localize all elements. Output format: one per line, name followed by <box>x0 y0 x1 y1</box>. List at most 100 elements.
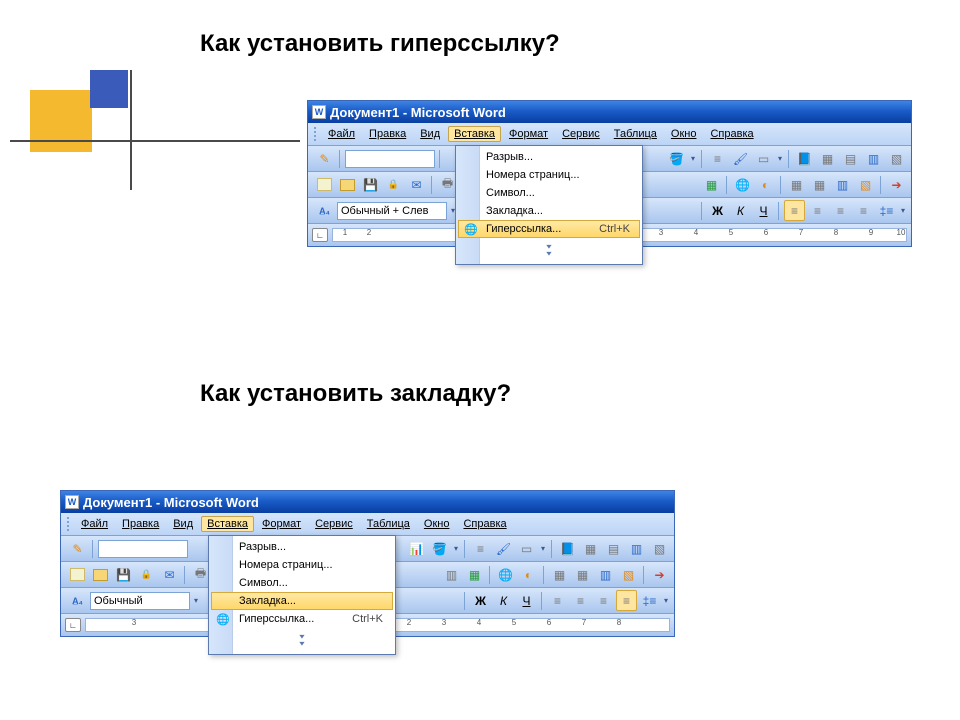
menu-help[interactable]: Справка <box>704 126 759 142</box>
columns-icon[interactable]: ▥ <box>441 564 462 585</box>
form-icon[interactable]: ▧ <box>649 538 670 559</box>
chart-icon[interactable]: 📊 <box>406 538 427 559</box>
align-left-button[interactable]: ≡ <box>547 590 568 611</box>
underline-button[interactable]: Ч <box>753 200 774 221</box>
save-icon[interactable]: 💾 <box>113 564 134 585</box>
font-family-field[interactable] <box>345 150 435 168</box>
styles-pane-icon[interactable]: A̲₄ <box>67 590 88 611</box>
menu-insert[interactable]: Вставка <box>448 126 501 142</box>
paintbrush-icon[interactable]: 🖌 <box>730 148 751 169</box>
menu-expand-chevron[interactable]: ▼▼ <box>211 628 393 652</box>
highlight-box-icon[interactable]: ▧ <box>618 564 639 585</box>
menu-insert[interactable]: Вставка <box>201 516 254 532</box>
style-name-field[interactable] <box>337 202 447 220</box>
dropdown-icon[interactable]: ▾ <box>662 590 670 611</box>
menu-item-break[interactable]: Разрыв... <box>211 538 393 556</box>
sheet-icon[interactable]: ▥ <box>626 538 647 559</box>
grid-icon[interactable]: ▦ <box>572 564 593 585</box>
align-justify-button[interactable]: ≡ <box>853 200 874 221</box>
hyperlink-icon[interactable]: 🌐 <box>495 564 516 585</box>
line-style-icon[interactable]: ≡ <box>470 538 491 559</box>
sheet-icon[interactable]: ▥ <box>863 148 884 169</box>
menu-table[interactable]: Таблица <box>608 126 663 142</box>
align-center-button[interactable]: ≡ <box>570 590 591 611</box>
menu-view[interactable]: Вид <box>414 126 446 142</box>
shapes-icon[interactable]: ◐ <box>755 174 776 195</box>
styles-pane-icon[interactable]: A̲₄ <box>314 200 335 221</box>
new-document-icon[interactable] <box>314 174 335 195</box>
menu-item-bookmark[interactable]: Закладка... <box>458 202 640 220</box>
menu-table[interactable]: Таблица <box>361 516 416 532</box>
menu-window[interactable]: Окно <box>418 516 456 532</box>
excel-table-icon[interactable]: ▦ <box>464 564 485 585</box>
align-center-button[interactable]: ≡ <box>807 200 828 221</box>
pencil-icon[interactable]: ✎ <box>67 538 88 559</box>
permission-icon[interactable]: 🔒 <box>383 174 404 195</box>
menu-file[interactable]: Файл <box>322 126 361 142</box>
menu-window[interactable]: Окно <box>665 126 703 142</box>
shapes-icon[interactable]: ◐ <box>518 564 539 585</box>
bold-button[interactable]: Ж <box>470 590 491 611</box>
table-icon[interactable]: ▦ <box>817 148 838 169</box>
menu-item-hyperlink[interactable]: 🌐 Гиперссылка... Ctrl+K <box>458 220 640 238</box>
book-icon[interactable]: 📘 <box>557 538 578 559</box>
align-justify-button[interactable]: ≡ <box>616 590 637 611</box>
align-left-button[interactable]: ≡ <box>784 200 805 221</box>
align-right-button[interactable]: ≡ <box>593 590 614 611</box>
dropdown-icon[interactable]: ▾ <box>776 148 784 169</box>
table-insert-icon[interactable]: ▦ <box>549 564 570 585</box>
menu-expand-chevron[interactable]: ▼▼ <box>458 238 640 262</box>
paintbrush-icon[interactable]: 🖌 <box>493 538 514 559</box>
line-style-icon[interactable]: ≡ <box>707 148 728 169</box>
menu-edit[interactable]: Правка <box>363 126 412 142</box>
menu-item-page-numbers[interactable]: Номера страниц... <box>458 166 640 184</box>
menu-item-break[interactable]: Разрыв... <box>458 148 640 166</box>
menu-item-symbol[interactable]: Символ... <box>458 184 640 202</box>
excel-table-icon[interactable]: ▦ <box>701 174 722 195</box>
hyperlink-icon[interactable]: 🌐 <box>732 174 753 195</box>
highlight-box-icon[interactable]: ▧ <box>855 174 876 195</box>
arrow-right-icon[interactable]: ➔ <box>886 174 907 195</box>
underline-button[interactable]: Ч <box>516 590 537 611</box>
line-color-icon[interactable]: ▭ <box>516 538 537 559</box>
menu-item-page-numbers[interactable]: Номера страниц... <box>211 556 393 574</box>
paint-bucket-icon[interactable]: 🪣 <box>666 148 687 169</box>
save-icon[interactable]: 💾 <box>360 174 381 195</box>
table-insert-icon[interactable]: ▦ <box>786 174 807 195</box>
ruler-origin-icon[interactable]: ∟ <box>312 228 328 242</box>
thumbnails-icon[interactable]: ▤ <box>603 538 624 559</box>
grid-icon[interactable]: ▦ <box>809 174 830 195</box>
new-document-icon[interactable] <box>67 564 88 585</box>
open-folder-icon[interactable] <box>337 174 358 195</box>
italic-button[interactable]: К <box>493 590 514 611</box>
table-icon[interactable]: ▦ <box>580 538 601 559</box>
dropdown-icon[interactable]: ▾ <box>539 538 547 559</box>
dropdown-icon[interactable]: ▾ <box>192 590 200 611</box>
line-spacing-icon[interactable]: ‡≡ <box>876 200 897 221</box>
dropdown-icon[interactable]: ▾ <box>452 538 460 559</box>
menu-item-bookmark[interactable]: Закладка... <box>211 592 393 610</box>
dropdown-icon[interactable]: ▾ <box>899 200 907 221</box>
pencil-icon[interactable]: ✎ <box>314 148 335 169</box>
paint-bucket-icon[interactable]: 🪣 <box>429 538 450 559</box>
menu-tools[interactable]: Сервис <box>556 126 606 142</box>
ruler-origin-icon[interactable]: ∟ <box>65 618 81 632</box>
font-family-field[interactable] <box>98 540 188 558</box>
menu-format[interactable]: Формат <box>256 516 307 532</box>
style-name-field[interactable] <box>90 592 190 610</box>
thumbnails-icon[interactable]: ▤ <box>840 148 861 169</box>
doc-map-icon[interactable]: ▥ <box>832 174 853 195</box>
doc-map-icon[interactable]: ▥ <box>595 564 616 585</box>
menu-help[interactable]: Справка <box>457 516 512 532</box>
align-right-button[interactable]: ≡ <box>830 200 851 221</box>
menu-format[interactable]: Формат <box>503 126 554 142</box>
mail-icon[interactable]: ✉ <box>406 174 427 195</box>
book-icon[interactable]: 📘 <box>794 148 815 169</box>
form-icon[interactable]: ▧ <box>886 148 907 169</box>
menu-file[interactable]: Файл <box>75 516 114 532</box>
menu-item-hyperlink[interactable]: 🌐 Гиперссылка... Ctrl+K <box>211 610 393 628</box>
menu-tools[interactable]: Сервис <box>309 516 359 532</box>
line-color-icon[interactable]: ▭ <box>753 148 774 169</box>
menu-view[interactable]: Вид <box>167 516 199 532</box>
permission-icon[interactable]: 🔒 <box>136 564 157 585</box>
